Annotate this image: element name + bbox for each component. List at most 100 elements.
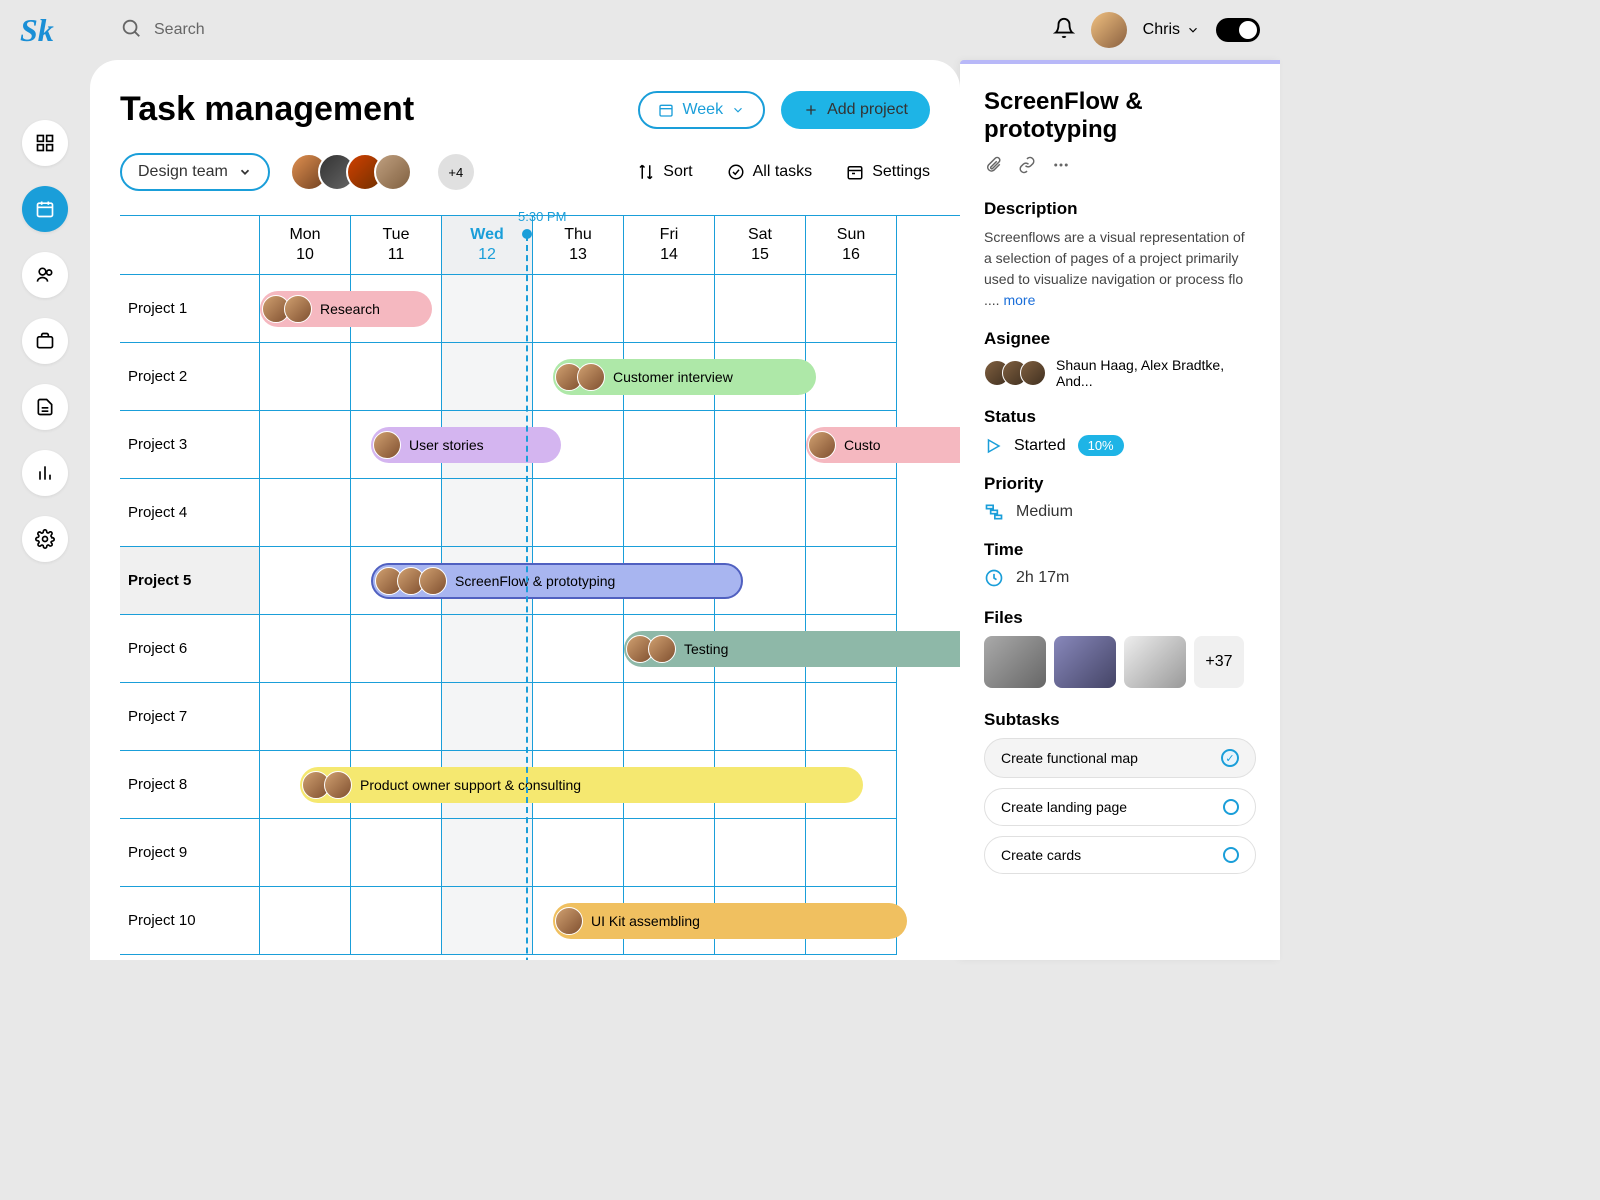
grid-cell: Testing xyxy=(624,615,715,683)
grid-cell xyxy=(351,683,442,751)
assignee-row: Shaun Haag, Alex Bradtke, And... xyxy=(984,357,1256,389)
team-avatars[interactable] xyxy=(290,153,412,191)
sort-button[interactable]: Sort xyxy=(637,163,692,181)
grid-cell xyxy=(806,479,897,547)
grid-cell: Customer interview xyxy=(533,343,624,411)
team-label: Design team xyxy=(138,163,228,181)
add-project-button[interactable]: Add project xyxy=(781,91,930,129)
grid-cell xyxy=(351,343,442,411)
project-label[interactable]: Project 10 xyxy=(120,887,260,955)
more-icon[interactable] xyxy=(1052,156,1070,179)
day-header: Sun16 xyxy=(806,216,897,275)
description-label: Description xyxy=(984,199,1256,219)
topbar: Sk Search Chris xyxy=(0,0,1280,60)
project-label[interactable]: Project 2 xyxy=(120,343,260,411)
grid-cell xyxy=(260,411,351,479)
task-bar[interactable]: Customer interview xyxy=(553,359,816,395)
sidebar xyxy=(0,60,90,960)
settings-button[interactable]: Settings xyxy=(846,163,930,181)
status-percent: 10% xyxy=(1078,435,1124,456)
time-line xyxy=(526,235,528,960)
grid-cell: Product owner support & consulting xyxy=(260,751,351,819)
file-thumb[interactable] xyxy=(984,636,1046,688)
task-bar[interactable]: User stories xyxy=(371,427,561,463)
grid-cell xyxy=(442,887,533,955)
grid-cell xyxy=(715,275,806,343)
priority-value: Medium xyxy=(1016,503,1073,521)
time-row: 2h 17m xyxy=(984,568,1256,588)
attachment-icon[interactable] xyxy=(984,156,1002,179)
nav-documents[interactable] xyxy=(22,384,68,430)
timeline: 5:30 PM Mon10Tue11Wed12Thu13Fri14Sat15Su… xyxy=(120,215,960,955)
subtask-item[interactable]: Create cards xyxy=(984,836,1256,874)
grid-cell xyxy=(351,479,442,547)
grid-cell xyxy=(715,411,806,479)
task-bar[interactable]: UI Kit assembling xyxy=(553,903,907,939)
subtask-item[interactable]: Create functional map✓ xyxy=(984,738,1256,778)
grid-cell xyxy=(715,819,806,887)
subtasks-label: Subtasks xyxy=(984,710,1256,730)
search[interactable]: Search xyxy=(120,17,205,44)
project-label[interactable]: Project 6 xyxy=(120,615,260,683)
theme-toggle[interactable] xyxy=(1216,18,1260,42)
nav-analytics[interactable] xyxy=(22,450,68,496)
user-menu[interactable]: Chris xyxy=(1143,21,1200,39)
assignee-label: Asignee xyxy=(984,329,1256,349)
grid-cell xyxy=(624,819,715,887)
project-label[interactable]: Project 1 xyxy=(120,275,260,343)
grid-cell xyxy=(442,615,533,683)
search-icon xyxy=(120,17,142,44)
nav-settings[interactable] xyxy=(22,516,68,562)
grid-cell xyxy=(806,275,897,343)
nav-dashboard[interactable] xyxy=(22,120,68,166)
priority-row: Medium xyxy=(984,502,1256,522)
nav-calendar[interactable] xyxy=(22,186,68,232)
file-thumb[interactable] xyxy=(1124,636,1186,688)
files-label: Files xyxy=(984,608,1256,628)
all-tasks-button[interactable]: All tasks xyxy=(727,163,813,181)
project-label[interactable]: Project 3 xyxy=(120,411,260,479)
task-bar[interactable]: Product owner support & consulting xyxy=(300,767,863,803)
chevron-down-icon xyxy=(238,165,252,179)
project-label[interactable]: Project 4 xyxy=(120,479,260,547)
notification-icon[interactable] xyxy=(1053,17,1075,44)
grid-cell xyxy=(442,479,533,547)
task-bar[interactable]: Research xyxy=(260,291,432,327)
user-avatar[interactable] xyxy=(1091,12,1127,48)
day-header: Thu13 xyxy=(533,216,624,275)
description-text: Screenflows are a visual representation … xyxy=(984,227,1256,311)
detail-panel: ScreenFlow & prototyping Description Scr… xyxy=(960,60,1280,960)
nav-briefcase[interactable] xyxy=(22,318,68,364)
task-bar[interactable]: Testing xyxy=(624,631,960,667)
grid-cell xyxy=(260,615,351,683)
grid-cell xyxy=(715,479,806,547)
clock-icon xyxy=(984,568,1004,588)
project-label[interactable]: Project 9 xyxy=(120,819,260,887)
files-more[interactable]: +37 xyxy=(1194,636,1244,688)
more-link[interactable]: more xyxy=(1003,292,1035,308)
project-label[interactable]: Project 5 xyxy=(120,547,260,615)
main-content: Task management Week Add project Design … xyxy=(90,60,960,960)
calendar-icon xyxy=(658,102,674,118)
grid-cell xyxy=(624,683,715,751)
team-overflow-count[interactable]: +4 xyxy=(438,154,474,190)
file-thumb[interactable] xyxy=(1054,636,1116,688)
grid-cell xyxy=(624,479,715,547)
grid-cell: ScreenFlow & prototyping xyxy=(351,547,442,615)
task-bar[interactable]: ScreenFlow & prototyping xyxy=(371,563,743,599)
task-bar[interactable]: Custo xyxy=(806,427,960,463)
nav-team[interactable] xyxy=(22,252,68,298)
team-selector[interactable]: Design team xyxy=(120,153,270,191)
grid-cell: Custo xyxy=(806,411,897,479)
view-selector[interactable]: Week xyxy=(638,91,765,129)
assignee-avatars xyxy=(984,360,1046,386)
grid-cell xyxy=(442,275,533,343)
project-label[interactable]: Project 7 xyxy=(120,683,260,751)
grid-cell xyxy=(533,275,624,343)
subtask-item[interactable]: Create landing page xyxy=(984,788,1256,826)
check-open-icon xyxy=(1223,799,1239,815)
project-label[interactable]: Project 8 xyxy=(120,751,260,819)
check-done-icon: ✓ xyxy=(1221,749,1239,767)
grid-cell xyxy=(260,683,351,751)
link-icon[interactable] xyxy=(1018,156,1036,179)
